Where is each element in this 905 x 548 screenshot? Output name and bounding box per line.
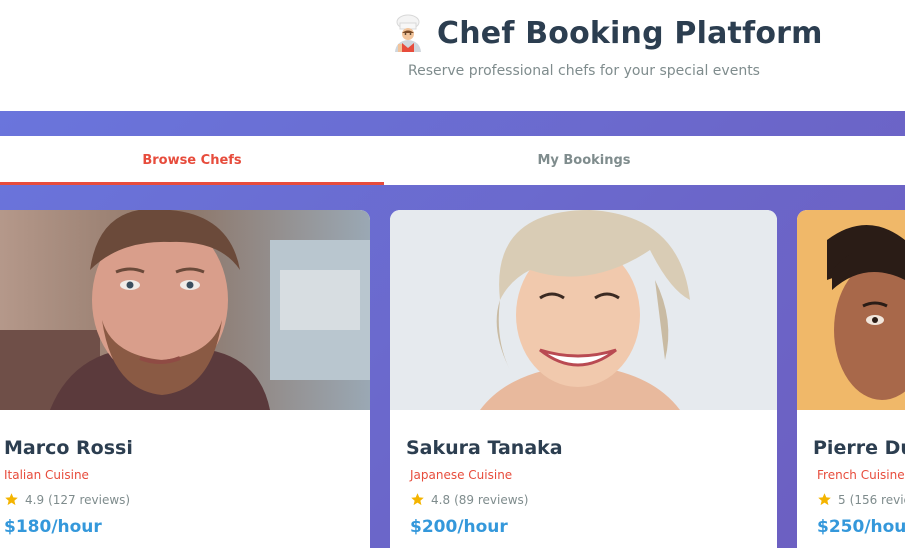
chef-card[interactable]: Marco Rossi Italian Cuisine 4.9 (127 rev… (0, 210, 370, 548)
star-icon (818, 493, 831, 506)
chef-cuisine: Japanese Cuisine (410, 468, 513, 482)
rating-value: 5 (838, 492, 846, 507)
chef-photo (390, 210, 777, 410)
chef-name: Pierre Dubois (813, 437, 905, 459)
rating-value: 4.9 (25, 492, 45, 507)
chef-emoji-icon (395, 14, 421, 52)
page-title: Chef Booking Platform (437, 15, 823, 51)
chef-price: $180/hour (4, 517, 102, 537)
chef-cuisine: French Cuisine (817, 468, 905, 482)
rating-value: 4.8 (431, 492, 451, 507)
chef-card[interactable]: Sakura Tanaka Japanese Cuisine 4.8 (89 r… (390, 210, 777, 548)
review-count: (127 reviews) (48, 492, 131, 507)
chef-name: Marco Rossi (4, 437, 133, 459)
page-subtitle: Reserve professional chefs for your spec… (408, 63, 760, 79)
title-row: Chef Booking Platform (391, 14, 823, 52)
chef-rating: 4.8 (89 reviews) (410, 492, 528, 507)
chef-rating: 5 (156 reviews) (817, 492, 905, 507)
tab-my-bookings[interactable]: My Bookings (384, 136, 784, 185)
chef-photo (0, 210, 370, 410)
chef-rating: 4.9 (127 reviews) (4, 492, 130, 507)
tab-browse-chefs[interactable]: Browse Chefs (0, 136, 384, 185)
chef-cuisine: Italian Cuisine (4, 468, 89, 482)
chef-card[interactable]: Pierre Dubois French Cuisine 5 (156 revi… (797, 210, 905, 548)
page-header: Chef Booking Platform Reserve profession… (0, 0, 905, 111)
review-count: (89 reviews) (454, 492, 529, 507)
chef-price: $200/hour (410, 517, 508, 537)
review-count: (156 reviews) (849, 492, 905, 507)
chef-name: Sakura Tanaka (406, 437, 563, 459)
star-icon (5, 493, 18, 506)
chef-price: $250/hour (817, 517, 905, 537)
star-icon (411, 493, 424, 506)
tab-bar: Browse Chefs My Bookings (0, 136, 905, 185)
chef-photo (797, 210, 905, 410)
